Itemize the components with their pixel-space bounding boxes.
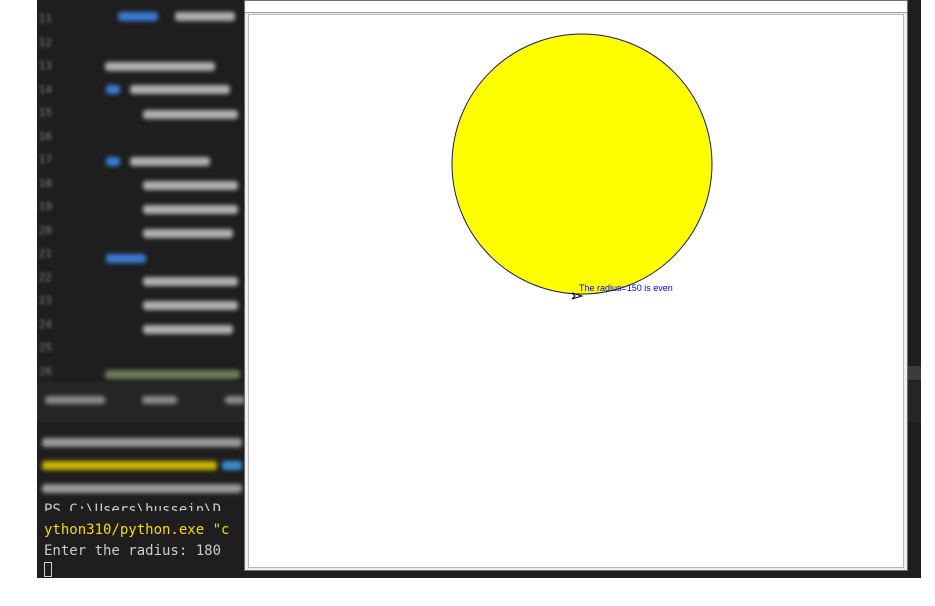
- terminal-blurred-line: [222, 461, 242, 470]
- line-number: 16: [38, 129, 52, 143]
- code-line: [143, 277, 238, 286]
- terminal-blurred-line: [42, 484, 242, 493]
- panel-tab[interactable]: [225, 396, 245, 404]
- code-line: [175, 12, 235, 21]
- code-line: [105, 62, 215, 71]
- line-number: 22: [38, 270, 52, 284]
- line-number: 18: [38, 176, 52, 190]
- code-line: [143, 110, 238, 119]
- line-number: 14: [38, 82, 52, 96]
- code-line: [143, 301, 238, 310]
- line-number: 17: [38, 153, 52, 166]
- code-line: [130, 85, 230, 94]
- code-line: [118, 12, 158, 21]
- code-line: [143, 181, 238, 190]
- terminal-blurred-line: [42, 438, 242, 447]
- panel-tab[interactable]: [142, 396, 177, 404]
- turtle-canvas[interactable]: The radius=150 is even: [248, 14, 904, 568]
- turtle-drawing: The radius=150 is even: [451, 33, 713, 300]
- terminal-input-line: Enter the radius: 180: [44, 543, 222, 559]
- line-number: 21: [38, 247, 52, 260]
- terminal-cursor: [44, 562, 52, 577]
- line-number: 15: [38, 106, 52, 119]
- window-titlebar[interactable]: [245, 1, 907, 13]
- terminal-command-line: ython310/python.exe "c: [44, 521, 229, 539]
- code-line: [130, 157, 210, 166]
- code-line: [106, 157, 120, 166]
- code-line: [105, 370, 240, 379]
- code-line: [143, 205, 238, 214]
- panel-tab[interactable]: [45, 396, 105, 404]
- radius-result-label: The radius=150 is even: [579, 283, 673, 293]
- line-number: 23: [38, 294, 52, 307]
- line-number: 26: [38, 364, 52, 378]
- scrollbar-strip[interactable]: [908, 366, 921, 380]
- code-line: [106, 254, 146, 263]
- line-number: 25: [38, 341, 52, 354]
- line-number: 13: [38, 59, 52, 72]
- line-number: 11: [38, 12, 52, 25]
- terminal-blurred-line: [42, 461, 217, 470]
- code-line: [143, 325, 233, 334]
- line-number: 24: [38, 317, 52, 331]
- terminal-prompt-line: PS C:\Users\hussein\D: [44, 502, 222, 511]
- terminal-command-text: ython310/python.exe "c: [44, 522, 230, 538]
- drawn-circle: [451, 33, 713, 295]
- line-number: 20: [38, 223, 52, 237]
- turtle-graphics-window: The radius=150 is even: [244, 0, 908, 571]
- code-line: [143, 229, 233, 238]
- code-line: [106, 85, 120, 94]
- line-number: 19: [38, 200, 52, 213]
- line-number: 12: [38, 35, 52, 49]
